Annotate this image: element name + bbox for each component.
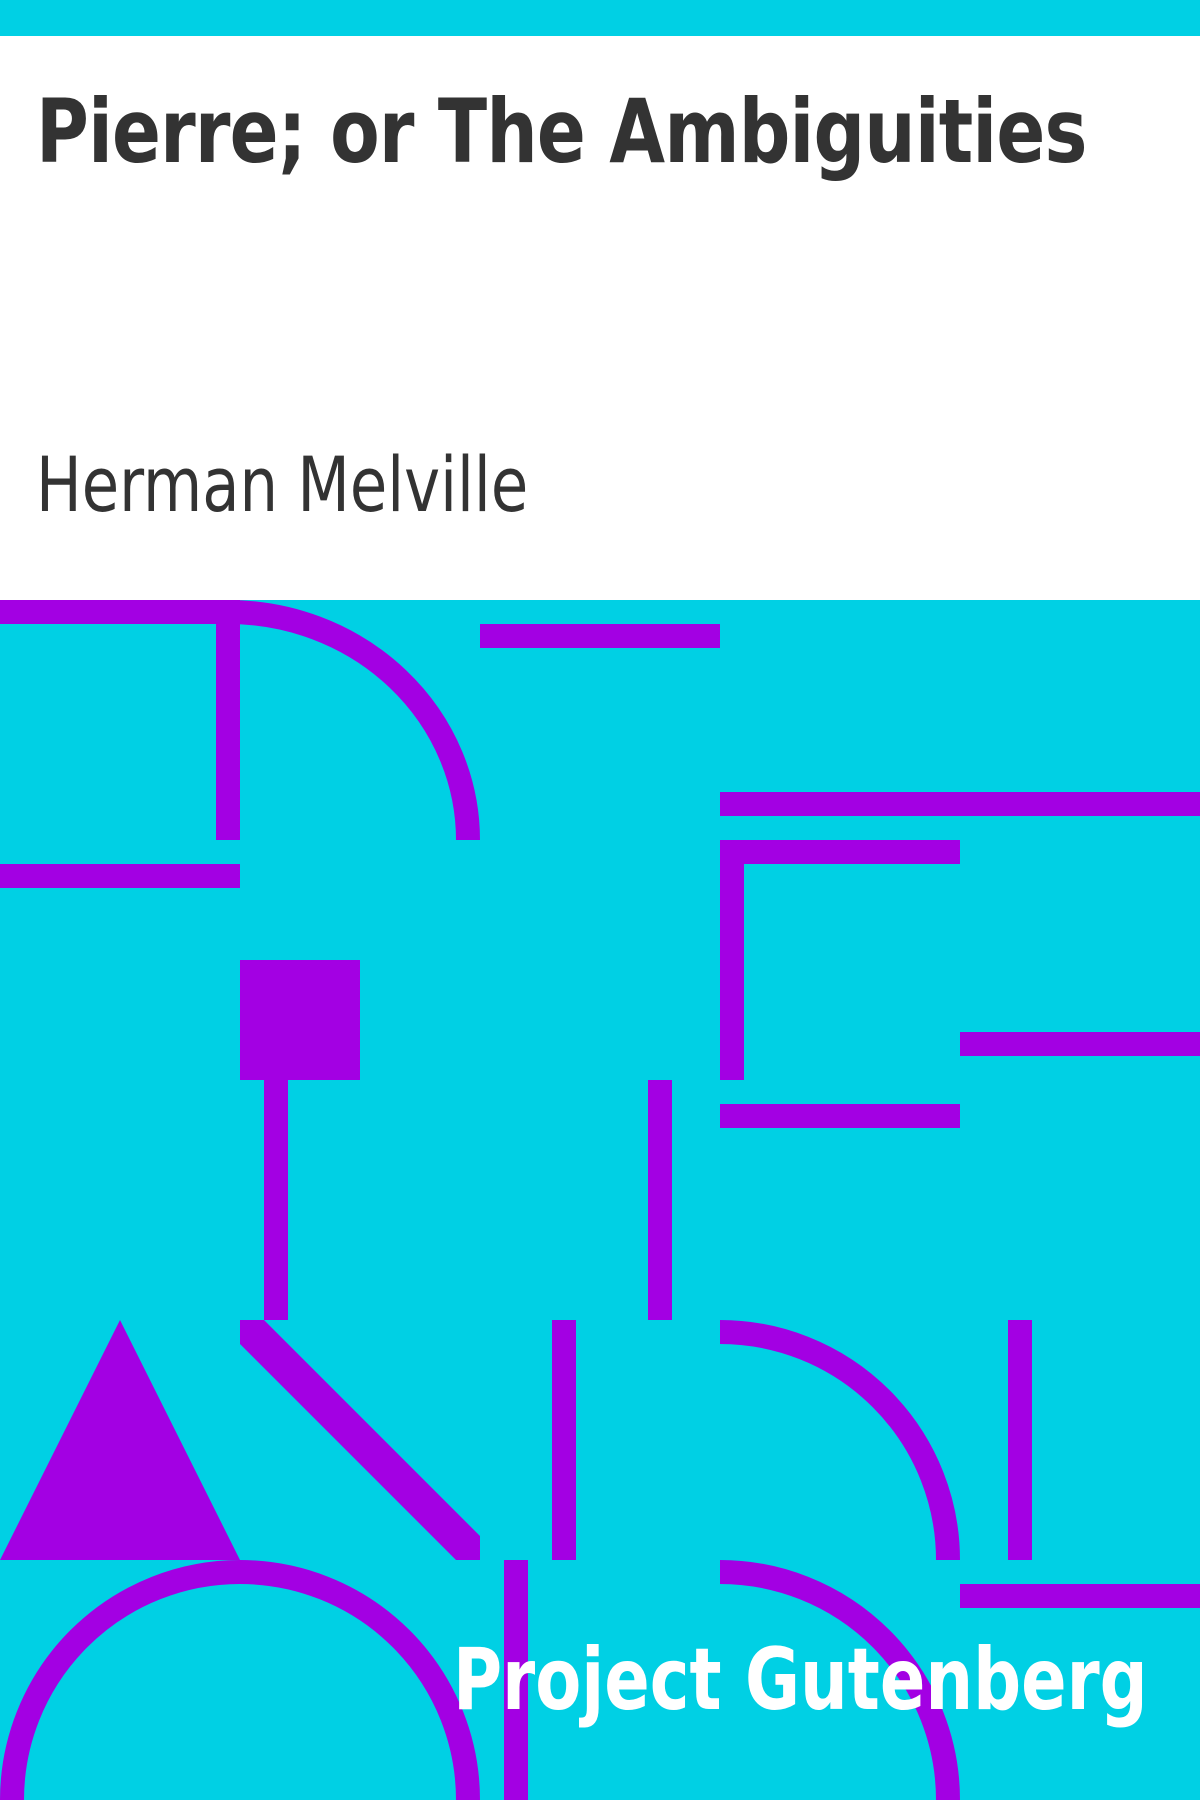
cover-art-panel (0, 600, 1200, 1800)
geometric-pattern (0, 600, 1200, 1800)
pattern-bar (720, 1104, 960, 1128)
pattern-bar (720, 840, 744, 1080)
pattern-bar (648, 1080, 672, 1320)
book-title: Pierre; or The Ambiguities (36, 80, 1087, 183)
top-accent-bar (0, 0, 1200, 36)
pattern-bar (960, 1584, 1200, 1608)
pattern-bar (0, 864, 240, 888)
pattern-bar (960, 1032, 1200, 1056)
pattern-bar (720, 792, 1200, 816)
pattern-bar (720, 840, 960, 864)
pattern-bar (0, 600, 240, 624)
pattern-bar (264, 1080, 288, 1320)
pattern-background (0, 600, 1200, 1800)
publisher-label: Project Gutenberg (453, 1630, 1148, 1730)
pattern-bar (1008, 1320, 1032, 1560)
pattern-bar (552, 1320, 576, 1560)
pattern-bar (216, 600, 240, 840)
book-author: Herman Melville (36, 440, 529, 529)
pattern-bar (480, 624, 720, 648)
pattern-square (240, 960, 360, 1080)
